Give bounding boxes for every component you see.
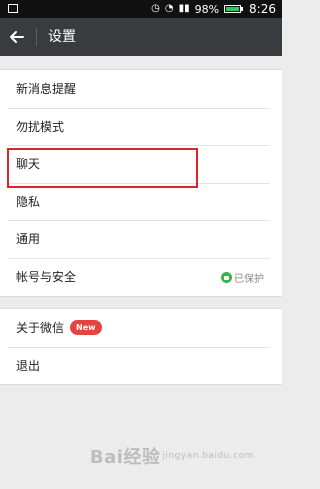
wifi-icon: ◔ [164,3,174,14]
watermark-subtext: jingyan.baidu.com [162,451,254,461]
menu-item-about-wechat[interactable]: 关于微信 New [0,309,282,347]
menu-item-label: 帐号与安全 [16,269,77,284]
menu-item-account-security[interactable]: 帐号与安全 已保护 [0,257,282,296]
title-divider [36,28,37,46]
settings-group-about: 关于微信 New 退出 [0,308,282,386]
menu-item-do-not-disturb[interactable]: 勿扰模式 [0,107,282,146]
page-title: 设置 [48,29,76,45]
back-arrow-icon[interactable] [7,27,27,47]
protected-status: 已保护 [221,270,264,285]
protected-label: 已保护 [234,273,264,285]
menu-item-label: 聊天 [16,157,41,172]
menu-item-logout[interactable]: 退出 [0,346,282,385]
menu-item-label: 新消息提醒 [16,82,77,96]
title-bar: 设置 [0,18,282,56]
watermark-text: Bai经验 [89,447,161,468]
menu-item-label: 通用 [16,232,41,247]
settings-group-main: 新消息提醒 勿扰模式 聊天 隐私 通用 帐号与安全 已保护 [0,69,282,297]
new-badge: New [70,320,102,335]
signal-icon: ▮▮ [178,3,190,14]
image-notification-icon [8,4,18,13]
menu-item-label: 退出 [16,358,41,373]
menu-item-label: 勿扰模式 [16,119,65,134]
status-bar: ◷ ◔ ▮▮ 98% 8:26 [0,0,282,18]
battery-icon [224,5,244,13]
lock-icon [221,271,232,283]
menu-item-label: 关于微信 [16,321,65,335]
clock: 8:26 [249,2,276,16]
baidu-watermark: Bai经验 jingyan.baidu.com [90,443,254,469]
menu-item-new-message-alert[interactable]: 新消息提醒 [0,70,282,108]
alarm-icon: ◷ [151,3,160,14]
menu-item-chat[interactable]: 聊天 [0,145,282,183]
battery-percent: 98% [194,2,220,16]
menu-item-general[interactable]: 通用 [0,220,282,258]
menu-item-label: 隐私 [16,194,41,209]
menu-item-privacy[interactable]: 隐私 [0,182,282,221]
